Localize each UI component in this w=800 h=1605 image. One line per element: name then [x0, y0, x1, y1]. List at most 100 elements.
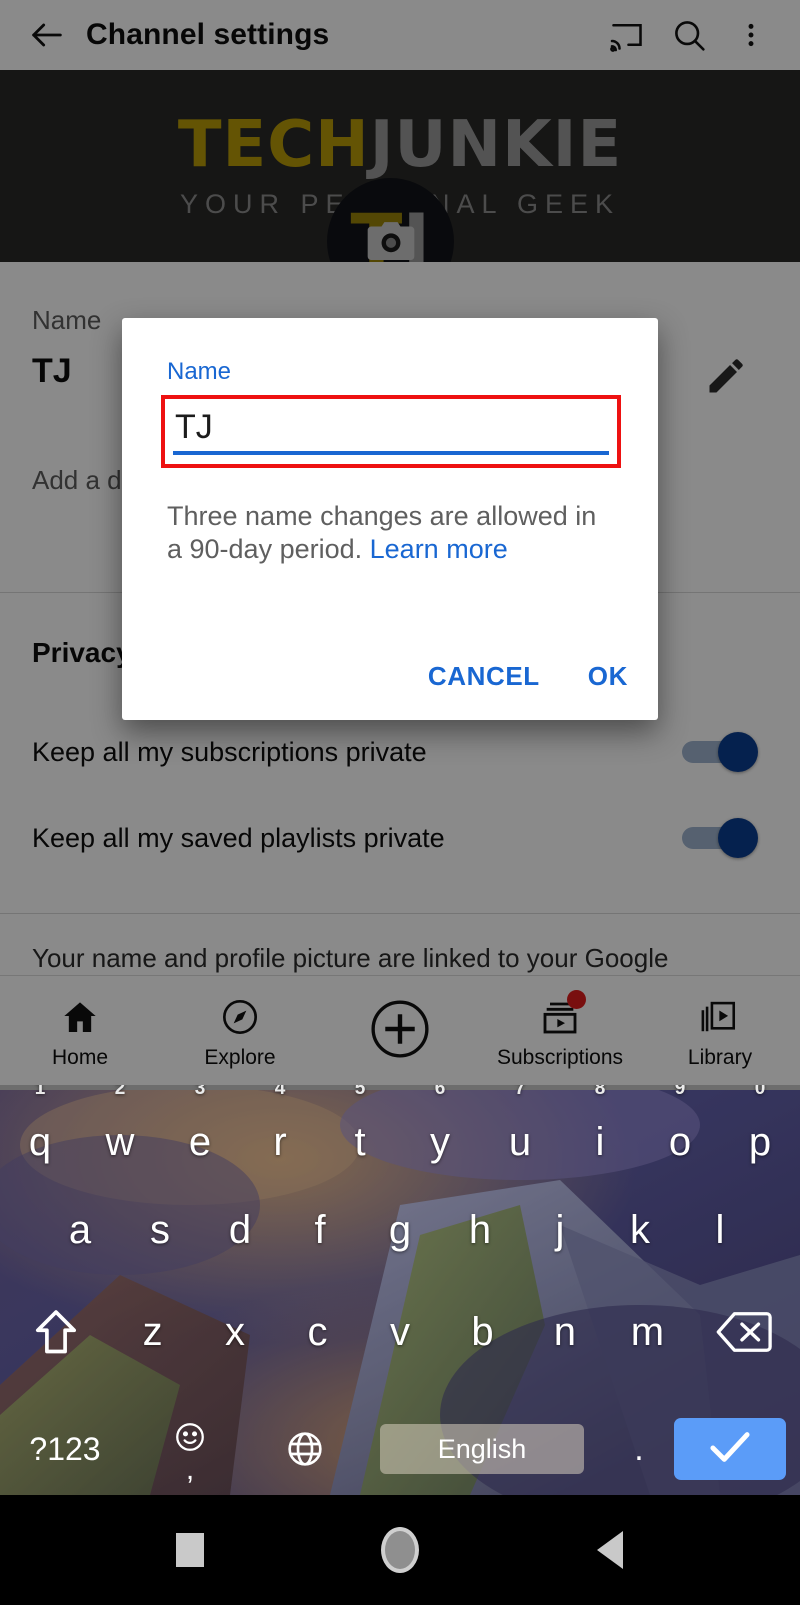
key-x-label: x: [225, 1309, 246, 1354]
nav-item-home[interactable]: Home: [0, 976, 160, 1085]
key-y-sup: 6: [434, 1085, 446, 1099]
key-u[interactable]: 7u: [480, 1085, 560, 1181]
key-t[interactable]: 5t: [320, 1085, 400, 1181]
key-n[interactable]: n: [524, 1293, 606, 1371]
emoji-comma-key[interactable]: ,: [130, 1420, 250, 1486]
overflow-menu-icon[interactable]: [720, 4, 782, 66]
key-w-sup: 2: [114, 1085, 126, 1099]
home-glyph: [381, 1527, 419, 1573]
key-q-sup: 1: [34, 1085, 46, 1099]
key-v[interactable]: v: [359, 1293, 441, 1371]
key-g-label: g: [388, 1207, 412, 1252]
key-j-label: j: [555, 1207, 565, 1252]
key-f-label: f: [314, 1207, 326, 1252]
nav-label-library: Library: [687, 1045, 753, 1069]
comma-label: ,: [185, 1452, 195, 1486]
key-j[interactable]: j: [520, 1191, 600, 1269]
nav-item-subscriptions[interactable]: Subscriptions: [480, 976, 640, 1085]
nav-label-home: Home: [51, 1045, 109, 1069]
camera-icon[interactable]: [364, 220, 418, 262]
shift-icon[interactable]: [0, 1293, 111, 1371]
toggle-row-subscriptions[interactable]: Keep all my subscriptions private: [0, 724, 800, 780]
search-icon[interactable]: [658, 4, 720, 66]
toggle-switch-subscriptions[interactable]: [682, 732, 758, 772]
nav-item-explore[interactable]: Explore: [160, 976, 320, 1085]
toggle-label-subscriptions: Keep all my subscriptions private: [32, 737, 427, 767]
key-n-label: n: [553, 1309, 577, 1354]
key-c-label: c: [307, 1309, 328, 1354]
key-q[interactable]: 1q: [0, 1085, 80, 1181]
key-h[interactable]: h: [440, 1191, 520, 1269]
pencil-icon[interactable]: [704, 354, 748, 403]
key-f[interactable]: f: [280, 1191, 360, 1269]
key-e[interactable]: 3e: [160, 1085, 240, 1181]
key-i-label: i: [595, 1119, 605, 1164]
toggle-switch-playlists[interactable]: [682, 818, 758, 858]
key-t-sup: 5: [354, 1085, 366, 1099]
key-z-label: z: [142, 1309, 163, 1354]
key-o[interactable]: 9o: [640, 1085, 720, 1181]
key-r[interactable]: 4r: [240, 1085, 320, 1181]
key-l[interactable]: l: [680, 1191, 760, 1269]
backspace-icon[interactable]: [689, 1293, 800, 1371]
banner-title-part1: TECH: [177, 107, 370, 182]
key-e-label: e: [188, 1119, 212, 1164]
key-s-label: s: [150, 1207, 170, 1252]
nav-item-library[interactable]: Library: [640, 976, 800, 1085]
key-p-label: p: [748, 1119, 772, 1164]
nav-item-create[interactable]: [320, 976, 480, 1085]
home-circle-icon[interactable]: [370, 1520, 430, 1580]
recents-glyph: [176, 1533, 204, 1567]
key-b[interactable]: b: [441, 1293, 523, 1371]
key-a-label: a: [68, 1207, 92, 1252]
banner-title: TECHJUNKIE: [178, 113, 622, 177]
key-k[interactable]: k: [600, 1191, 680, 1269]
cancel-button[interactable]: CANCEL: [428, 661, 540, 692]
key-o-sup: 9: [674, 1085, 686, 1099]
cast-icon[interactable]: [596, 4, 658, 66]
key-w-label: w: [105, 1119, 135, 1164]
dialog-help-text: Three name changes are allowed in a 90-d…: [167, 500, 607, 567]
subscriptions-badge: [567, 989, 586, 1009]
key-p[interactable]: 0p: [720, 1085, 800, 1181]
key-z[interactable]: z: [111, 1293, 193, 1371]
symbols-key[interactable]: ?123: [0, 1431, 130, 1468]
language-globe-icon[interactable]: [250, 1429, 360, 1469]
back-triangle-icon[interactable]: [580, 1520, 640, 1580]
key-x[interactable]: x: [194, 1293, 276, 1371]
name-row-label: Name: [32, 305, 102, 335]
compass-icon: [220, 992, 260, 1042]
nav-label-subscriptions: Subscriptions: [496, 1045, 624, 1069]
key-i[interactable]: 8i: [560, 1085, 640, 1181]
checkmark-icon: [707, 1428, 753, 1471]
key-y[interactable]: 6y: [400, 1085, 480, 1181]
toggle-row-playlists[interactable]: Keep all my saved playlists private: [0, 810, 800, 866]
key-d[interactable]: d: [200, 1191, 280, 1269]
key-w[interactable]: 2w: [80, 1085, 160, 1181]
recents-square-icon[interactable]: [160, 1520, 220, 1580]
channel-banner[interactable]: TECHJUNKIE YOUR PERSONAL GEEK TJ: [0, 70, 800, 262]
enter-key[interactable]: [674, 1418, 786, 1480]
period-key[interactable]: .: [604, 1430, 674, 1469]
key-a[interactable]: a: [40, 1191, 120, 1269]
spacebar[interactable]: English: [380, 1424, 584, 1474]
key-m[interactable]: m: [606, 1293, 688, 1371]
name-row-value: TJ: [32, 352, 72, 390]
toggle-thumb: [718, 818, 758, 858]
key-c[interactable]: c: [276, 1293, 358, 1371]
account-link-note: Your name and profile picture are linked…: [32, 943, 669, 973]
learn-more-link[interactable]: Learn more: [370, 534, 508, 564]
key-s[interactable]: s: [120, 1191, 200, 1269]
name-input[interactable]: TJ: [165, 399, 617, 464]
key-k-label: k: [630, 1207, 650, 1252]
ok-button[interactable]: OK: [588, 661, 628, 692]
back-arrow-icon[interactable]: [18, 6, 76, 64]
toggle-label-playlists: Keep all my saved playlists private: [32, 823, 445, 853]
keyboard-rows: 1q 2w 3e 4r 5t 6y 7u 8i 9o 0p a s d f g …: [0, 1085, 800, 1495]
dialog-field-label: Name: [167, 358, 232, 385]
library-icon: [699, 992, 741, 1042]
key-g[interactable]: g: [360, 1191, 440, 1269]
toolbar: Channel settings: [0, 0, 800, 70]
nav-label-explore: Explore: [204, 1045, 276, 1069]
home-icon: [60, 992, 100, 1042]
